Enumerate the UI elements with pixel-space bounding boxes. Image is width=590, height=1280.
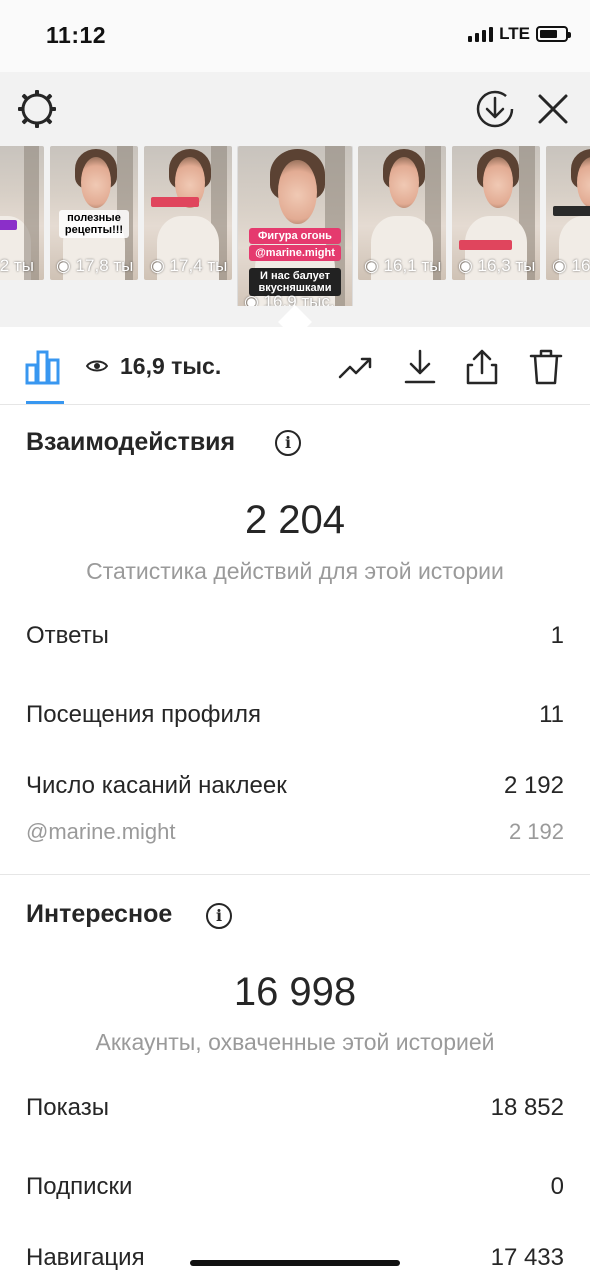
status-bar: 11:12 LTE bbox=[0, 0, 590, 72]
story-toolbar: 16,9 тыс. bbox=[0, 327, 590, 405]
interactions-title: Взаимодействия bbox=[26, 428, 236, 456]
stat-label: Навигация bbox=[26, 1244, 145, 1271]
story-thumbnail-selected[interactable]: Фигура огонь @marine.might И нас балует … bbox=[238, 146, 352, 306]
stat-value: 17 433 bbox=[490, 1244, 564, 1271]
thumbnail-views: ◉ 2,2 ты bbox=[0, 256, 34, 275]
gear-icon[interactable] bbox=[16, 88, 58, 130]
thumbnail-views: ◉ 16 bbox=[552, 256, 590, 275]
close-icon[interactable] bbox=[532, 88, 574, 130]
info-icon[interactable]: i bbox=[206, 903, 232, 929]
status-indicators: LTE bbox=[468, 24, 571, 44]
signal-icon bbox=[468, 26, 494, 42]
stat-value: 2 192 bbox=[503, 772, 564, 799]
story-strip-area: ◉ 2,2 ты полезные рецепты!!! ◉ 17,8 ты ◉… bbox=[0, 72, 590, 339]
stat-value: 18 852 bbox=[490, 1094, 564, 1121]
thumbnail-views: ◉ 16,9 тыс. bbox=[244, 292, 335, 306]
download-icon[interactable] bbox=[400, 347, 440, 387]
stat-label: Посещения профиля bbox=[26, 701, 261, 728]
stat-label: Показы bbox=[26, 1094, 109, 1121]
stat-label: Подписки bbox=[26, 1173, 133, 1200]
stat-label: Число касаний наклеек bbox=[26, 772, 287, 799]
thumbnail-caption: Фигура огонь bbox=[249, 227, 341, 244]
stat-value: 11 bbox=[539, 701, 564, 728]
sticker-mention-label[interactable]: @marine.might bbox=[26, 819, 176, 845]
interactions-total: 2 204 bbox=[244, 498, 346, 542]
interactions-subtitle: Статистика действий для этой истории bbox=[86, 558, 504, 584]
stat-value: 1 bbox=[550, 622, 564, 649]
thumbnail-views: ◉ 16,3 ты bbox=[458, 256, 536, 275]
story-thumbnail[interactable]: ◉ 16,3 ты bbox=[452, 146, 540, 280]
trash-icon[interactable] bbox=[526, 347, 566, 387]
share-icon[interactable] bbox=[462, 347, 502, 387]
story-thumbnail[interactable]: ◉ 17,4 ты bbox=[144, 146, 232, 280]
discovery-subtitle: Аккаунты, охваченные этой историей bbox=[95, 1029, 495, 1055]
story-thumbnail[interactable]: полезные рецепты!!! ◉ 17,8 ты bbox=[50, 146, 138, 280]
battery-icon bbox=[536, 26, 571, 42]
story-thumbnail[interactable]: ◉ 16,1 ты bbox=[358, 146, 446, 280]
bar-chart-icon[interactable] bbox=[24, 349, 64, 385]
download-circle-icon[interactable] bbox=[474, 88, 516, 130]
network-label: LTE bbox=[499, 24, 530, 43]
status-time: 11:12 bbox=[46, 22, 107, 48]
discovery-title: Интересное bbox=[26, 900, 173, 928]
thumbnail-views: ◉ 16,1 ты bbox=[364, 256, 442, 275]
info-icon[interactable]: i bbox=[275, 430, 301, 456]
trending-icon[interactable] bbox=[336, 347, 376, 387]
active-tab-indicator bbox=[26, 401, 64, 404]
discovery-total: 16 998 bbox=[233, 970, 357, 1014]
story-thumbnail[interactable]: ◉ 2,2 ты bbox=[0, 146, 44, 280]
section-divider bbox=[0, 874, 590, 875]
stat-label: Ответы bbox=[26, 622, 109, 649]
story-thumbnail[interactable]: ◉ 16 bbox=[546, 146, 590, 280]
views-count: 16,9 тыс. bbox=[120, 353, 222, 379]
thumbnail-views: ◉ 17,4 ты bbox=[150, 256, 228, 275]
thumbnail-mention: @marine.might bbox=[249, 244, 341, 261]
thumbnail-views: ◉ 17,8 ты bbox=[56, 256, 134, 275]
eye-icon bbox=[86, 360, 108, 372]
home-indicator[interactable] bbox=[190, 1260, 400, 1266]
thumbnail-caption: полезные рецепты!!! bbox=[58, 210, 130, 239]
sticker-mention-value: 2 192 bbox=[508, 819, 564, 844]
story-thumbnails: ◉ 2,2 ты полезные рецепты!!! ◉ 17,8 ты ◉… bbox=[0, 146, 590, 306]
stat-value: 0 bbox=[550, 1173, 564, 1200]
